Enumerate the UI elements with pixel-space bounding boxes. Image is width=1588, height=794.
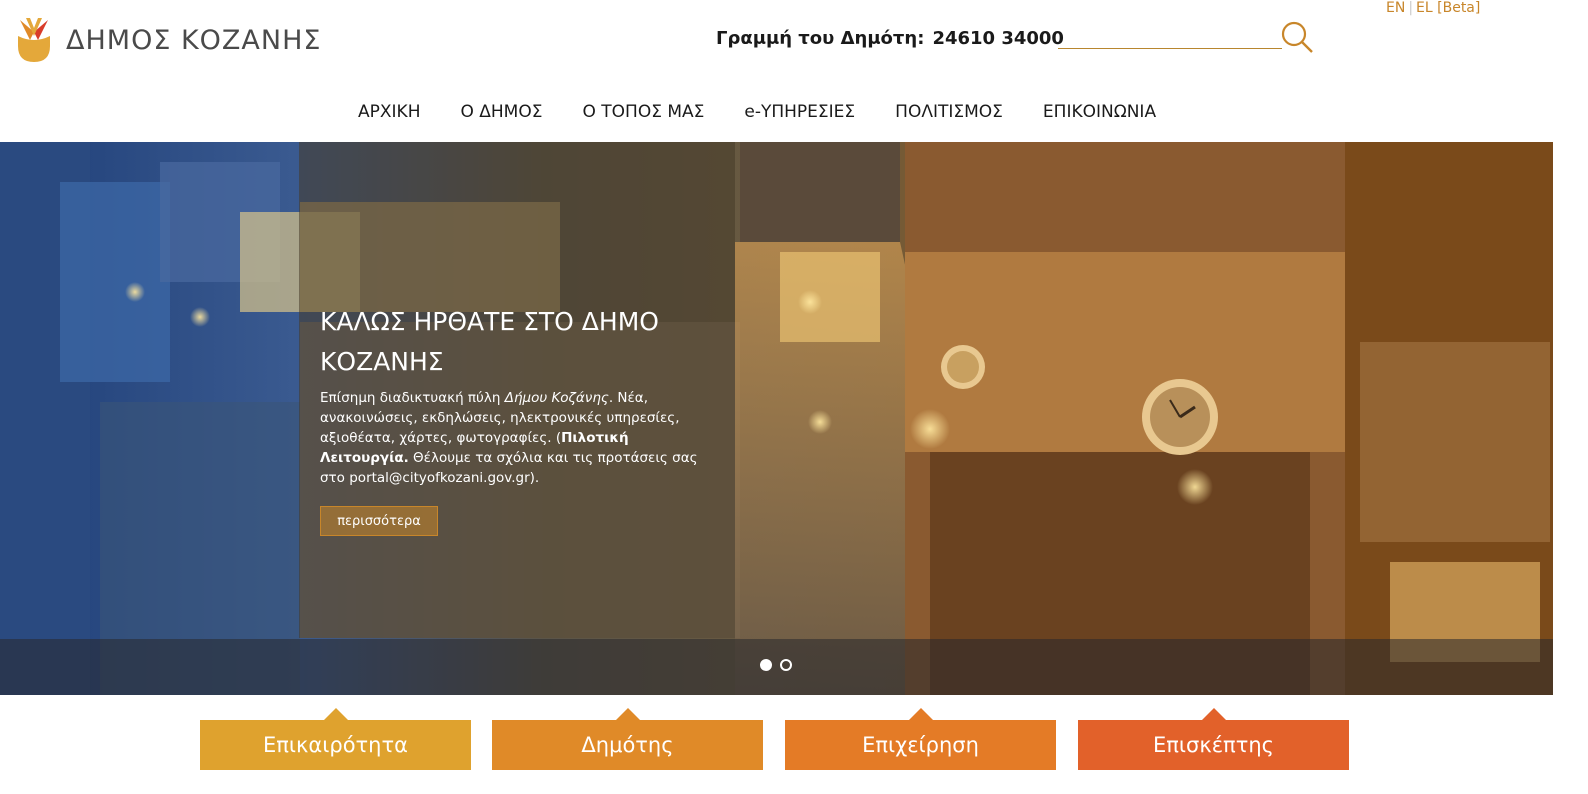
- site-logo[interactable]: ΔΗΜΟΣ ΚΟΖΑΝΗΣ: [16, 16, 321, 64]
- tile-business[interactable]: Επιχείρηση: [785, 708, 1056, 770]
- slide-dot-2[interactable]: [780, 659, 792, 671]
- hero-city-photo: [0, 142, 1553, 695]
- lang-el[interactable]: EL [Beta]: [1416, 0, 1480, 16]
- more-button[interactable]: περισσότερα: [320, 506, 438, 536]
- slide-dot-1[interactable]: [760, 659, 772, 671]
- nav-e-services[interactable]: e-ΥΠΗΡΕΣΙΕΣ: [744, 102, 855, 122]
- nav-culture[interactable]: ΠΟΛΙΤΙΣΜΟΣ: [895, 102, 1003, 122]
- hero-desc-text-1: Επίσημη διαδικτυακή πύλη: [320, 390, 505, 406]
- hero-slider: ΚΑΛΩΣ ΗΡΘΑΤΕ ΣΤΟ ΔΗΜΟ ΚΟΖΑΝΗΣ Επίσημη δι…: [0, 142, 1553, 695]
- lang-en[interactable]: EN: [1386, 0, 1405, 16]
- hero-title: ΚΑΛΩΣ ΗΡΘΑΤΕ ΣΤΟ ΔΗΜΟ ΚΟΖΑΝΗΣ: [320, 307, 659, 376]
- hotline-number: 24610 34000: [932, 28, 1064, 49]
- hotline-label: Γραμμή του Δημότη:: [716, 28, 925, 49]
- slider-pagination-bar: [0, 639, 1553, 695]
- nav-home[interactable]: ΑΡΧΙΚΗ: [358, 102, 420, 122]
- hero-description: Επίσημη διαδικτυακή πύλη Δήμου Κοζάνης. …: [320, 388, 710, 488]
- search-icon[interactable]: [1280, 20, 1314, 58]
- language-switcher: EN | EL [Beta]: [1386, 0, 1480, 16]
- hero-desc-italic: Δήμου Κοζάνης: [504, 390, 609, 406]
- nav-our-place[interactable]: Ο ΤΟΠΟΣ ΜΑΣ: [582, 102, 704, 122]
- municipality-emblem-icon: [18, 18, 50, 62]
- tile-visitor[interactable]: Επισκέπτης: [1078, 708, 1349, 770]
- tile-news[interactable]: Επικαιρότητα: [200, 708, 471, 770]
- logo-text: ΔΗΜΟΣ ΚΟΖΑΝΗΣ: [66, 24, 322, 56]
- lang-separator: |: [1408, 0, 1414, 16]
- citizen-hotline: Γραμμή του Δημότη: 24610 34000: [716, 28, 1064, 49]
- search-input[interactable]: [1058, 46, 1282, 49]
- main-nav: ΑΡΧΙΚΗ Ο ΔΗΜΟΣ Ο ΤΟΠΟΣ ΜΑΣ e-ΥΠΗΡΕΣΙΕΣ Π…: [358, 102, 1196, 122]
- nav-contact[interactable]: ΕΠΙΚΟΙΝΩΝΙΑ: [1043, 102, 1156, 122]
- tile-citizen[interactable]: Δημότης: [492, 708, 763, 770]
- nav-municipality[interactable]: Ο ΔΗΜΟΣ: [460, 102, 542, 122]
